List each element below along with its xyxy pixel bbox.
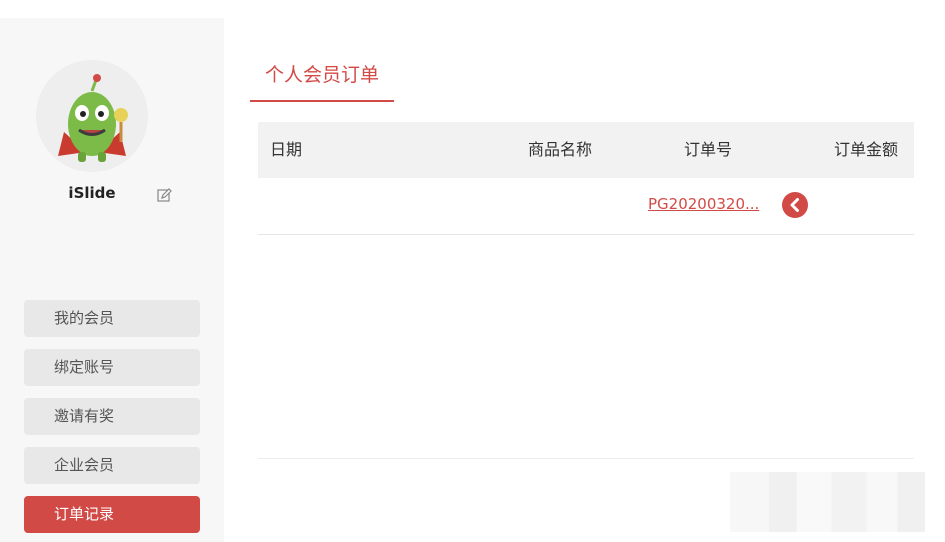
mascot-avatar-icon: [36, 60, 148, 172]
table-row: PG20200320...: [258, 178, 914, 235]
table-header: 日期 商品名称 订单号 订单金额: [258, 122, 914, 178]
sidebar-item-my-membership[interactable]: 我的会员: [24, 300, 200, 337]
expand-arrow-icon[interactable]: [782, 192, 808, 218]
column-header-order-number: 订单号: [684, 140, 733, 159]
edit-icon[interactable]: [156, 188, 172, 204]
orders-table: 日期 商品名称 订单号 订单金额 PG20200320...: [258, 122, 914, 235]
column-header-date: 日期: [270, 140, 303, 159]
order-number-link[interactable]: PG20200320...: [648, 178, 759, 230]
app-window: iSlide 我的会员 绑定账号 邀请有奖 企业会员 订单记录 个人会员订单 日…: [0, 0, 945, 542]
column-header-product-name: 商品名称: [528, 140, 593, 159]
table-bottom-divider: [258, 458, 914, 459]
tab-underline: [250, 100, 394, 102]
sidebar-item-invite-reward[interactable]: 邀请有奖: [24, 398, 200, 435]
sidebar: iSlide 我的会员 绑定账号 邀请有奖 企业会员 订单记录: [0, 18, 224, 542]
column-header-order-amount: 订单金额: [834, 140, 899, 159]
tab-personal-membership-orders[interactable]: 个人会员订单: [250, 60, 394, 102]
avatar: [36, 60, 148, 172]
sidebar-item-order-records[interactable]: 订单记录: [24, 496, 200, 533]
username: iSlide: [68, 184, 116, 202]
sidebar-item-bind-account[interactable]: 绑定账号: [24, 349, 200, 386]
blurred-watermark-area: [730, 472, 925, 532]
sidebar-item-enterprise-membership[interactable]: 企业会员: [24, 447, 200, 484]
sidebar-menu: 我的会员 绑定账号 邀请有奖 企业会员 订单记录: [24, 300, 200, 542]
